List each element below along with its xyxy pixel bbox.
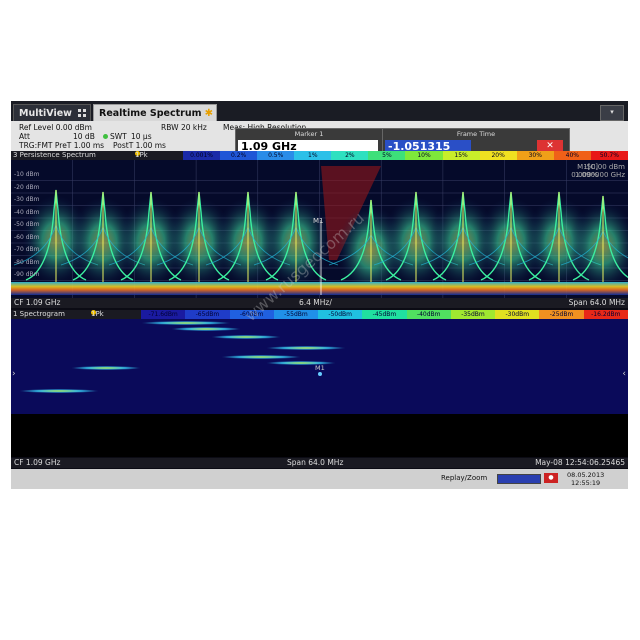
status-time: 12:55:19	[571, 479, 601, 487]
signal-burst	[71, 366, 141, 370]
signal-burst	[211, 335, 281, 339]
y-axis-label: -80 dBm	[14, 258, 40, 266]
spectrogram-plot: M1 › ‹	[11, 319, 628, 457]
swt-value: 10 µs	[131, 132, 152, 141]
spectrogram-span: Span 64.0 MHz	[287, 458, 344, 467]
y-axis-label: -40 dBm	[14, 208, 40, 216]
y-axis-label: -50 dBm	[14, 221, 40, 228]
persistence-scale-segment: 0.001%	[183, 151, 221, 160]
spectrogram-marker-dot	[318, 372, 322, 376]
persistence-scale-segment: 40%	[553, 151, 591, 160]
signal-burst	[221, 355, 301, 359]
persistence-scale-segment: 50.7%	[590, 151, 628, 160]
persistence-scale-segment: 0.5%	[257, 151, 295, 160]
marker-dialog-title: Marker 1	[294, 130, 324, 138]
spectrogram-scale-segment: -55dBm	[273, 310, 319, 319]
spectrogram-scale-segment: -71.6dBm	[141, 310, 186, 319]
status-bar: Replay/Zoom ● 08.05.2013 12:55:19	[11, 469, 628, 489]
tab-bar: MultiView Realtime Spectrum ✱ ▾	[11, 101, 628, 121]
persistence-scale-segment: 2%	[331, 151, 369, 160]
m1-level: -50.00 dBm	[584, 163, 625, 171]
marker-readout-values: -50.00 dBm 1.090000 GHz	[575, 163, 625, 179]
spectrogram-scale-segment: -65dBm	[185, 310, 230, 319]
grid-icon	[78, 109, 86, 117]
persistence-span: Span 64.0 MHz	[568, 298, 625, 307]
persistence-scale-segment: 20%	[479, 151, 517, 160]
status-date: 08.05.2013	[567, 471, 605, 479]
trigger-info: TRG:FMT PreT 1.00 ms	[19, 141, 105, 150]
close-icon: ✕	[546, 141, 554, 151]
signal-burst	[266, 361, 336, 365]
signal-burst	[141, 321, 231, 325]
y-axis-label: -90 dBm	[14, 271, 40, 278]
star-icon: ✱	[204, 108, 213, 119]
m1-frequency: 1.090000 GHz	[575, 171, 625, 179]
marker-tag: M1	[313, 217, 324, 225]
signal-burst	[171, 327, 241, 331]
persistence-center-freq: CF 1.09 GHz	[14, 298, 61, 307]
swt-indicator: SWT	[101, 132, 127, 141]
persistence-scale-segment: 1%	[294, 151, 332, 160]
spectrogram-center-freq: CF 1.09 GHz	[14, 458, 61, 467]
persistence-div: 6.4 MHz/	[299, 298, 332, 307]
tab-multiview-label: MultiView	[19, 108, 72, 119]
spectrogram-scale-segment: -40dBm	[406, 310, 451, 319]
spectrogram-timestamp: May-08 12:54:06.25465	[535, 458, 625, 467]
swt-label: SWT	[110, 132, 127, 141]
rbw-label: RBW	[161, 123, 179, 132]
rbw-value: 20 kHz	[181, 123, 207, 132]
persistence-spectrum-plot: M1	[11, 160, 628, 298]
chevron-down-icon: ▾	[610, 108, 614, 116]
spectrogram-scale-segment: -30dBm	[495, 310, 540, 319]
persistence-scale-segment: 15%	[442, 151, 480, 160]
record-icon: ●	[544, 473, 558, 483]
scroll-left-icon[interactable]: ›	[12, 369, 16, 379]
y-axis-label: -60 dBm	[14, 233, 40, 241]
persistence-color-scale: 0.001% 0.2% 0.5% 1% 2% 5% 10% 15% 20% 30% 40% 50.7%	[183, 151, 628, 160]
replay-zoom-label[interactable]: Replay/Zoom	[441, 474, 487, 482]
att-value: 10 dB	[73, 132, 95, 141]
spectrogram-scale-segment: -35dBm	[450, 310, 496, 319]
clock: 08.05.2013 12:55:19	[567, 471, 604, 487]
spectrogram-scale-segment: -25dBm	[539, 310, 584, 319]
spectrogram-scale-segment: -16.2dBm	[583, 310, 628, 319]
persistence-scale-segment: 10%	[405, 151, 443, 160]
tab-multiview[interactable]: MultiView	[13, 104, 91, 121]
menu-dropdown-button[interactable]: ▾	[600, 105, 624, 121]
persistence-scale-segment: 0.2%	[220, 151, 258, 160]
spectrogram-title: 1 Spectrogram	[13, 310, 65, 318]
spectrogram-footer: CF 1.09 GHz Span 64.0 MHz May-08 12:54:0…	[11, 458, 628, 468]
att-label: Att	[19, 132, 30, 141]
status-dot-icon	[103, 134, 108, 139]
signal-burst	[19, 389, 99, 393]
y-axis-label: -10 dBm	[14, 171, 40, 178]
spectrogram-scale-segment: -45dBm	[362, 310, 407, 319]
frame-time-title: Frame Time	[456, 130, 496, 138]
scroll-right-icon[interactable]: ‹	[622, 369, 626, 379]
y-axis-label: -30 dBm	[14, 196, 40, 203]
spectrogram-history: M1	[11, 319, 628, 414]
noise-floor-band	[11, 282, 628, 295]
y-axis-label: -70 dBm	[14, 246, 40, 253]
signal-burst	[266, 346, 346, 350]
persistence-scale-segment: 5%	[368, 151, 406, 160]
tab-realtime-label: Realtime Spectrum	[99, 108, 202, 119]
persistence-scale-segment: 30%	[516, 151, 554, 160]
spectrogram-marker-tag: M1	[315, 364, 325, 372]
spectrogram-scale-segment: -50dBm	[318, 310, 363, 319]
spectrogram-color-scale: -71.6dBm -65dBm -60dBm -55dBm -50dBm -45dBm -4…	[141, 310, 628, 319]
analyzer-screen: MultiView Realtime Spectrum ✱ ▾ Ref Leve…	[11, 101, 628, 489]
persistence-footer: CF 1.09 GHz 6.4 MHz/ Span 64.0 MHz	[11, 298, 628, 308]
replay-progress-bar	[497, 474, 541, 484]
post-trigger: PostT 1.00 ms	[113, 141, 166, 150]
tab-realtime-spectrum[interactable]: Realtime Spectrum ✱	[93, 104, 217, 121]
persistence-title: 3 Persistence Spectrum	[13, 151, 96, 159]
y-axis-label: -20 dBm	[14, 183, 40, 191]
ref-level: Ref Level 0.00 dBm	[19, 123, 92, 132]
